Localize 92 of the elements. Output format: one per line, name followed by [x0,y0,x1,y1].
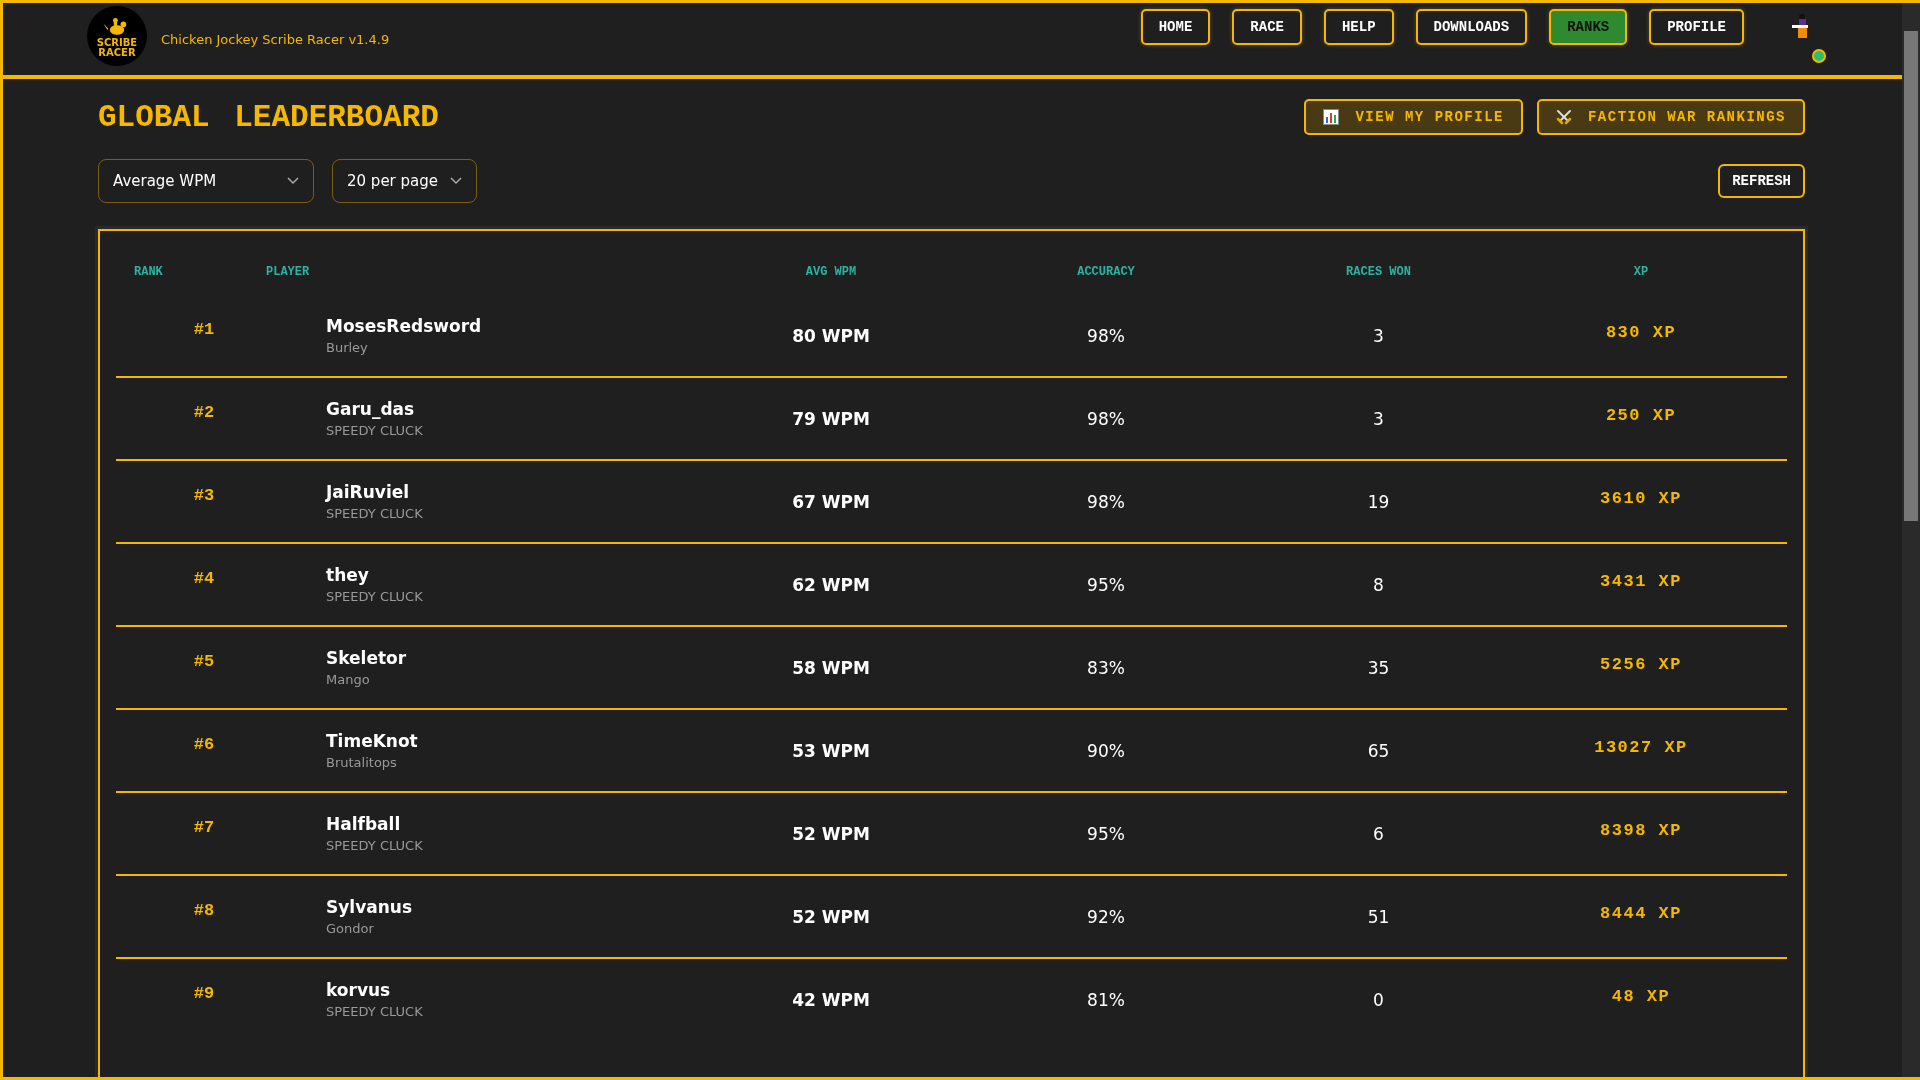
races-won-cell: 51 [1367,906,1390,927]
races-won-cell: 35 [1367,657,1390,678]
races-won-cell: 8 [1373,574,1384,595]
player-faction: SPEEDY CLUCK [326,423,423,438]
wpm-cell: 79 WPM [792,408,870,429]
rank-cell: #1 [193,320,215,339]
player-name[interactable]: JaiRuviel [326,482,410,502]
nav-tab[interactable]: HOME [1140,9,1211,45]
player-name[interactable]: Skeletor [326,648,407,668]
refresh-button[interactable]: REFRESH [1718,164,1805,198]
rank-cell: #9 [193,984,215,1003]
rank-cell: #8 [193,901,215,920]
nav-tab[interactable]: PROFILE [1649,9,1744,45]
races-won-cell: 19 [1367,491,1390,512]
races-won-cell: 3 [1373,408,1384,429]
crossed-swords-icon [1555,109,1572,125]
rank-cell: #2 [193,403,215,422]
player-faction: Mango [326,672,370,687]
player-name[interactable]: korvus [326,980,391,1000]
wpm-cell: 80 WPM [792,325,870,346]
player-faction: SPEEDY CLUCK [326,506,423,521]
accuracy-cell: 98% [1087,491,1125,512]
column-header: AVG WPM [805,265,857,279]
logo-text: SCRIBE [96,38,138,48]
player-faction: Brutalitops [326,755,397,770]
nav-tab[interactable]: RANKS [1549,9,1628,45]
chevron-down-icon [287,177,299,185]
xp-cell: 48 XP [1611,987,1671,1006]
action-button[interactable]: FACTION WAR RANKINGS [1536,99,1805,135]
races-won-cell: 6 [1373,823,1384,844]
accuracy-cell: 98% [1087,408,1125,429]
xp-cell: 8398 XP [1600,821,1682,840]
bar-chart-icon [1323,109,1340,125]
nav-tab[interactable]: HELP [1323,9,1394,45]
scrollbar-thumb[interactable] [1904,31,1918,521]
player-faction: Gondor [326,921,374,936]
rank-cell: #3 [193,486,215,505]
column-header: XP [1633,265,1649,279]
accuracy-cell: 92% [1087,906,1125,927]
xp-cell: 3431 XP [1600,572,1682,591]
accuracy-cell: 83% [1087,657,1125,678]
column-header: RANK [134,265,163,279]
wpm-cell: 58 WPM [792,657,870,678]
accuracy-cell: 81% [1087,989,1125,1010]
nav-tab[interactable]: DOWNLOADS [1415,9,1528,45]
avatar-icon[interactable] [1790,13,1810,39]
rank-cell: #4 [193,569,215,588]
player-name[interactable]: MosesRedsword [326,316,482,336]
xp-cell: 13027 XP [1594,738,1688,757]
player-name[interactable]: Halfball [326,814,401,834]
scrollbar[interactable] [1902,3,1920,1077]
player-faction: SPEEDY CLUCK [326,589,423,604]
wpm-cell: 52 WPM [792,823,870,844]
logo[interactable]: SCRIBE RACER [87,6,147,66]
page-size-dropdown[interactable]: 20 per page [332,159,477,203]
rank-cell: #6 [193,735,215,754]
xp-cell: 3610 XP [1600,489,1682,508]
xp-cell: 250 XP [1605,406,1677,425]
page-title: GLOBAL LEADERBOARD [98,99,439,135]
player-name[interactable]: Garu_das [326,399,415,419]
chevron-down-icon [450,177,462,185]
accuracy-cell: 98% [1087,325,1125,346]
action-button[interactable]: VIEW MY PROFILE [1304,99,1523,135]
xp-cell: 5256 XP [1600,655,1682,674]
rank-cell: #7 [193,818,215,837]
accuracy-cell: 95% [1087,823,1125,844]
rank-cell: #5 [193,652,215,671]
wpm-cell: 67 WPM [792,491,870,512]
player-faction: Burley [326,340,368,355]
nav-tab[interactable]: RACE [1232,9,1302,45]
xp-cell: 8444 XP [1600,904,1682,923]
player-name[interactable]: they [326,565,369,585]
wpm-cell: 42 WPM [792,989,870,1010]
player-faction: SPEEDY CLUCK [326,838,423,853]
accuracy-cell: 95% [1087,574,1125,595]
wpm-cell: 53 WPM [792,740,870,761]
xp-cell: 830 XP [1605,323,1677,342]
player-name[interactable]: TimeKnot [326,731,418,751]
column-header: ACCURACY [1077,265,1135,279]
wpm-cell: 52 WPM [792,906,870,927]
app-title: Chicken Jockey Scribe Racer v1.4.9 [161,31,390,47]
races-won-cell: 0 [1373,989,1384,1010]
races-won-cell: 65 [1367,740,1390,761]
races-won-cell: 3 [1373,325,1384,346]
column-header: PLAYER [266,265,310,279]
wpm-cell: 62 WPM [792,574,870,595]
column-header: RACES WON [1346,265,1411,279]
accuracy-cell: 90% [1087,740,1125,761]
player-name[interactable]: Sylvanus [326,897,413,917]
logo-text: RACER [98,48,136,58]
player-faction: SPEEDY CLUCK [326,1004,423,1019]
sort-dropdown[interactable]: Average WPM [98,159,314,203]
